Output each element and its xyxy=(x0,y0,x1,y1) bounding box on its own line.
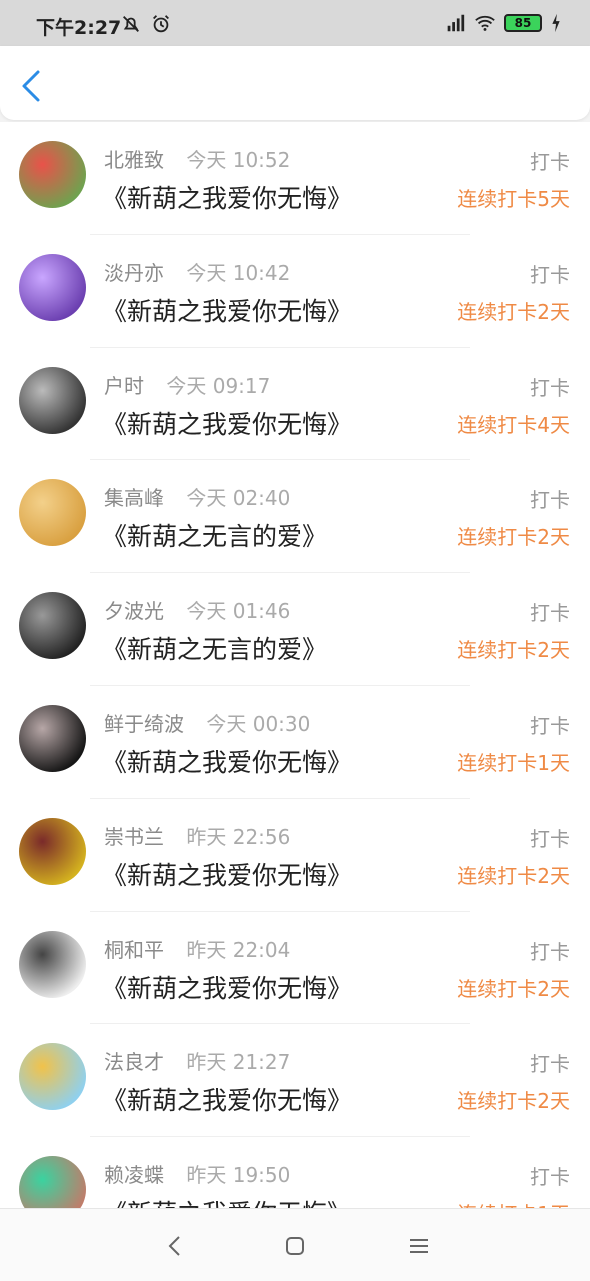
book-title[interactable]: 《新葫之我爱你无悔》 xyxy=(102,292,352,328)
entry-meta: 法良才 昨天 21:27 xyxy=(104,1046,290,1075)
streak-label: 连续打卡2天 xyxy=(457,525,570,550)
nav-menu-icon[interactable] xyxy=(404,1231,434,1261)
status-icons-right: 85 xyxy=(444,12,562,34)
book-title[interactable]: 《新葫之我爱你无悔》 xyxy=(102,1194,352,1208)
book-title[interactable]: 《新葫之无言的爱》 xyxy=(102,517,327,553)
user-name[interactable]: 崇书兰 xyxy=(104,825,164,849)
checkin-label: 打卡 xyxy=(530,150,570,174)
checkin-label: 打卡 xyxy=(530,713,570,738)
streak-label: 连续打卡2天 xyxy=(457,638,570,663)
back-button[interactable] xyxy=(16,68,48,104)
entry-meta: 淡丹亦 今天 10:42 xyxy=(104,257,290,286)
avatar[interactable] xyxy=(19,1156,86,1208)
entry-meta: 集高峰 今天 02:40 xyxy=(104,482,290,511)
user-name[interactable]: 淡丹亦 xyxy=(104,261,164,285)
user-name[interactable]: 法良才 xyxy=(104,1050,164,1074)
avatar[interactable] xyxy=(19,366,86,434)
user-name[interactable]: 夕波光 xyxy=(104,599,164,623)
avatar[interactable] xyxy=(19,141,86,208)
status-bar: 下午2:27 85 xyxy=(0,0,590,46)
hd-signal-icon xyxy=(447,14,465,32)
book-title[interactable]: 《新葫之我爱你无悔》 xyxy=(102,405,352,441)
checkin-time: 今天 09:17 xyxy=(166,373,271,398)
streak-label: 连续打卡1天 xyxy=(457,750,570,775)
user-name[interactable]: 北雅致 xyxy=(104,148,164,172)
checkin-time: 昨天 19:50 xyxy=(186,1163,291,1188)
book-title[interactable]: 《新葫之我爱你无悔》 xyxy=(102,969,352,1005)
user-name[interactable]: 鲜于绮波 xyxy=(104,712,184,736)
user-name[interactable]: 集高峰 xyxy=(104,486,164,510)
list-item[interactable]: 桐和平 昨天 22:04 《新葫之我爱你无悔》 打卡 连续打卡2天 xyxy=(0,912,590,1025)
entry-meta: 桐和平 昨天 22:04 xyxy=(104,934,290,963)
avatar[interactable] xyxy=(19,930,86,998)
streak-label: 连续打卡2天 xyxy=(457,299,570,324)
checkin-label: 打卡 xyxy=(530,1052,570,1077)
checkin-time: 今天 00:30 xyxy=(206,711,311,736)
nav-home-icon[interactable] xyxy=(280,1231,310,1261)
entry-meta: 夕波光 今天 01:46 xyxy=(104,595,290,624)
checkin-time: 今天 01:46 xyxy=(186,599,291,624)
streak-label: 连续打卡2天 xyxy=(457,976,570,1001)
app-header xyxy=(0,46,590,120)
mute-icon xyxy=(123,16,139,32)
book-title[interactable]: 《新葫之我爱你无悔》 xyxy=(102,743,352,779)
user-name[interactable]: 户时 xyxy=(104,374,144,398)
checkin-time: 昨天 22:56 xyxy=(186,824,291,849)
avatar[interactable] xyxy=(19,1043,86,1111)
checkin-label: 打卡 xyxy=(530,375,570,400)
entry-meta: 赖凌蝶 昨天 19:50 xyxy=(104,1159,290,1188)
nav-back-icon[interactable] xyxy=(160,1231,190,1261)
checkin-label: 打卡 xyxy=(530,601,570,626)
avatar[interactable] xyxy=(19,704,86,772)
list-item[interactable]: 北雅致 今天 10:52 《新葫之我爱你无悔》 打卡 连续打卡5天 xyxy=(0,122,590,235)
streak-label: 连续打卡2天 xyxy=(457,1089,570,1114)
checkin-time: 昨天 21:27 xyxy=(186,1050,291,1075)
checkin-time: 今天 02:40 xyxy=(186,486,291,511)
checkin-label: 打卡 xyxy=(530,826,570,851)
list-item[interactable]: 赖凌蝶 昨天 19:50 《新葫之我爱你无悔》 打卡 连续打卡1天 xyxy=(0,1137,590,1208)
user-name[interactable]: 赖凌蝶 xyxy=(104,1163,164,1187)
avatar[interactable] xyxy=(19,479,86,547)
book-title[interactable]: 《新葫之我爱你无悔》 xyxy=(102,179,352,215)
list-item[interactable]: 户时 今天 09:17 《新葫之我爱你无悔》 打卡 连续打卡4天 xyxy=(0,348,590,461)
avatar[interactable] xyxy=(19,592,86,660)
alarm-icon xyxy=(153,15,169,33)
checkin-label: 打卡 xyxy=(530,488,570,513)
streak-label: 连续打卡5天 xyxy=(457,187,570,211)
book-title[interactable]: 《新葫之无言的爱》 xyxy=(102,630,327,666)
list-item[interactable]: 崇书兰 昨天 22:56 《新葫之我爱你无悔》 打卡 连续打卡2天 xyxy=(0,799,590,912)
list-item[interactable]: 法良才 昨天 21:27 《新葫之我爱你无悔》 打卡 连续打卡2天 xyxy=(0,1024,590,1138)
avatar[interactable] xyxy=(19,817,86,885)
streak-label: 连续打卡4天 xyxy=(457,412,570,437)
list-item[interactable]: 集高峰 今天 02:40 《新葫之无言的爱》 打卡 连续打卡2天 xyxy=(0,460,590,574)
entry-meta: 北雅致 今天 10:52 xyxy=(104,144,290,173)
charging-icon xyxy=(552,13,560,33)
list-item[interactable]: 淡丹亦 今天 10:42 《新葫之我爱你无悔》 打卡 连续打卡2天 xyxy=(0,235,590,348)
battery-icon: 85 xyxy=(504,14,542,32)
avatar[interactable] xyxy=(19,253,86,321)
system-nav-bar xyxy=(0,1208,590,1281)
entry-meta: 户时 今天 09:17 xyxy=(104,370,270,399)
wifi-icon xyxy=(475,15,495,31)
checkin-time: 今天 10:52 xyxy=(186,148,291,172)
checkin-label: 打卡 xyxy=(530,1165,570,1190)
status-icons-left xyxy=(120,13,172,35)
checkin-list[interactable]: 北雅致 今天 10:52 《新葫之我爱你无悔》 打卡 连续打卡5天 淡丹亦 今天… xyxy=(0,122,590,1208)
streak-label: 连续打卡2天 xyxy=(457,863,570,888)
book-title[interactable]: 《新葫之我爱你无悔》 xyxy=(102,1081,352,1117)
entry-meta: 崇书兰 昨天 22:56 xyxy=(104,821,290,850)
checkin-time: 今天 10:42 xyxy=(186,260,291,285)
checkin-label: 打卡 xyxy=(530,262,570,287)
checkin-label: 打卡 xyxy=(530,939,570,964)
list-item[interactable]: 鲜于绮波 今天 00:30 《新葫之我爱你无悔》 打卡 连续打卡1天 xyxy=(0,686,590,799)
streak-label: 连续打卡1天 xyxy=(457,1198,570,1208)
list-item[interactable]: 夕波光 今天 01:46 《新葫之无言的爱》 打卡 连续打卡2天 xyxy=(0,573,590,686)
entry-meta: 鲜于绮波 今天 00:30 xyxy=(104,708,310,737)
checkin-time: 昨天 22:04 xyxy=(186,937,291,962)
book-title[interactable]: 《新葫之我爱你无悔》 xyxy=(102,856,352,892)
user-name[interactable]: 桐和平 xyxy=(104,938,164,962)
status-time: 下午2:27 xyxy=(36,17,122,39)
